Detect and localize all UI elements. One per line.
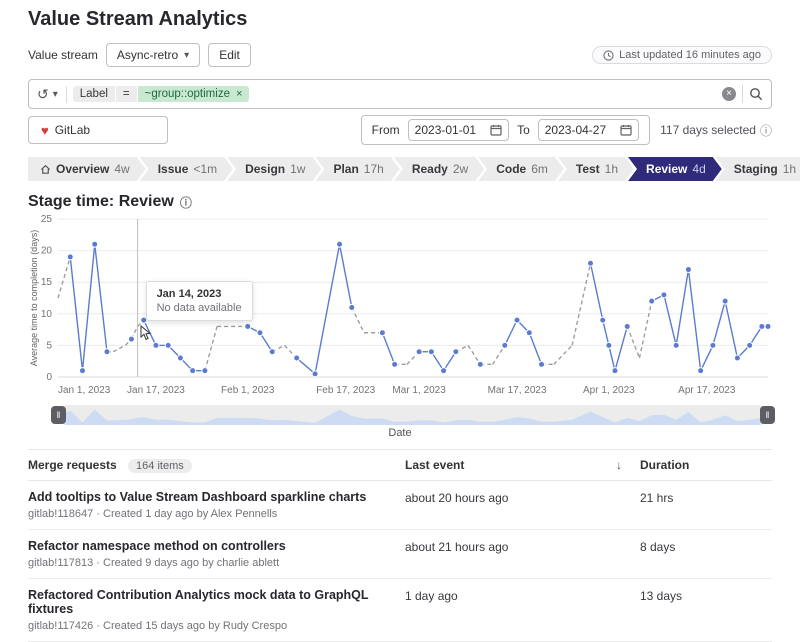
svg-text:0: 0: [46, 372, 52, 383]
mr-duration: 21 hrs: [640, 490, 772, 505]
svg-text:Mar 1, 2023: Mar 1, 2023: [392, 385, 446, 396]
brush-minimap: [58, 405, 768, 425]
date-range-picker: From 2023-01-01 To 2023-04-27: [361, 115, 650, 145]
mr-last-event: 1 day ago: [405, 588, 640, 603]
svg-text:Apr 17, 2023: Apr 17, 2023: [678, 385, 736, 396]
table-row: Refactored Contribution Analytics mock d…: [28, 579, 772, 642]
table-title: Merge requests: [28, 458, 117, 472]
svg-text:Feb 1, 2023: Feb 1, 2023: [221, 385, 275, 396]
filter-secondary-row: ♥ GitLab From 2023-01-01 To 2023-04-27 1…: [28, 115, 772, 145]
sort-desc-icon[interactable]: ↓: [616, 458, 622, 472]
token-operator[interactable]: =: [116, 86, 137, 102]
edit-button[interactable]: Edit: [208, 43, 251, 67]
filter-token: Label = ~group::optimize ×: [73, 86, 716, 102]
token-value[interactable]: ~group::optimize ×: [138, 86, 250, 102]
svg-text:15: 15: [41, 277, 53, 288]
token-field[interactable]: Label: [73, 86, 115, 102]
filtered-search-bar[interactable]: ↺ ▾ Label = ~group::optimize × ×: [28, 79, 772, 109]
chevron-down-icon: ▾: [53, 89, 58, 100]
svg-text:Average time to completion (da: Average time to completion (days): [29, 230, 39, 366]
mr-title-link[interactable]: Refactor namespace method on controllers: [28, 539, 405, 553]
from-label: From: [372, 123, 400, 137]
duration-header[interactable]: Duration: [640, 458, 772, 472]
table-row: Add tooltips to Value Stream Dashboard s…: [28, 481, 772, 530]
chart-date-brush[interactable]: ‖ ‖: [58, 405, 768, 425]
mr-duration: 8 days: [640, 539, 772, 554]
value-stream-dropdown[interactable]: Async-retro ▾: [106, 43, 200, 67]
svg-text:Jan 1, 2023: Jan 1, 2023: [58, 385, 111, 396]
clear-search-icon[interactable]: ×: [722, 87, 736, 101]
info-icon[interactable]: ⓘ: [180, 194, 192, 211]
mr-last-event: about 20 hours ago: [405, 490, 640, 505]
merge-requests-table: Merge requests 164 items Last event ↓ Du…: [28, 449, 772, 642]
svg-text:Apr 1, 2023: Apr 1, 2023: [583, 385, 635, 396]
last-updated-badge: Last updated 16 minutes ago: [592, 46, 772, 64]
stage-path-nav: Overview 4w Issue <1m Design 1w Plan 17h…: [28, 157, 772, 181]
table-row: Refactor namespace method on controllers…: [28, 530, 772, 579]
last-event-header[interactable]: Last event ↓: [405, 458, 640, 472]
stage-section-title: Stage time: Review ⓘ: [28, 193, 772, 211]
history-icon: ↺: [37, 86, 49, 103]
items-count-badge: 164 items: [128, 459, 192, 473]
divider: [742, 85, 743, 103]
stage-item-design[interactable]: Design 1w: [227, 157, 321, 181]
home-icon: [40, 164, 51, 175]
calendar-icon: [620, 124, 632, 136]
svg-text:25: 25: [41, 214, 53, 225]
to-label: To: [517, 123, 530, 137]
brush-handle-right[interactable]: ‖: [760, 406, 775, 424]
tooltip-body: No data available: [157, 302, 242, 314]
stage-item-staging[interactable]: Staging 1h: [716, 157, 800, 181]
token-remove-icon[interactable]: ×: [236, 88, 242, 100]
stage-item-ready[interactable]: Ready 2w: [394, 157, 484, 181]
to-date-input[interactable]: 2023-04-27: [538, 119, 639, 141]
svg-text:Feb 17, 2023: Feb 17, 2023: [316, 385, 375, 396]
svg-text:10: 10: [41, 309, 53, 320]
table-header: Merge requests 164 items Last event ↓ Du…: [28, 450, 772, 481]
calendar-icon: [490, 124, 502, 136]
from-date-input[interactable]: 2023-01-01: [408, 119, 509, 141]
tooltip-date: Jan 14, 2023: [157, 288, 242, 300]
mouse-cursor: [140, 325, 152, 341]
stage-time-chart[interactable]: 0 5 10 15 20 25 Jan 1, 2023 Jan 17, 2023 Feb 1, …: [28, 213, 772, 403]
info-icon[interactable]: ⓘ: [760, 122, 772, 139]
svg-text:Mar 17, 2023: Mar 17, 2023: [488, 385, 547, 396]
chart-tooltip: Jan 14, 2023 No data available: [146, 281, 253, 321]
value-stream-analytics-page: Value Stream Analytics Value stream Asyn…: [0, 0, 800, 600]
mr-last-event: about 21 hours ago: [405, 539, 640, 554]
x-axis-title: Date: [28, 427, 772, 439]
clock-icon: [603, 50, 614, 61]
mr-duration: 13 days: [640, 588, 772, 603]
value-stream-label: Value stream: [28, 48, 98, 62]
page-title: Value Stream Analytics: [28, 8, 772, 31]
project-selector[interactable]: ♥ GitLab: [28, 116, 168, 144]
svg-text:Jan 17, 2023: Jan 17, 2023: [127, 385, 185, 396]
mr-meta: gitlab!117813 · Created 9 days ago by ch…: [28, 557, 405, 569]
mr-title-link[interactable]: Add tooltips to Value Stream Dashboard s…: [28, 490, 405, 504]
mr-meta: gitlab!117426 · Created 15 days ago by R…: [28, 620, 405, 632]
stage-item-plan[interactable]: Plan 17h: [315, 157, 399, 181]
value-stream-toolbar: Value stream Async-retro ▾ Edit Last upd…: [28, 41, 772, 69]
stage-item-issue[interactable]: Issue <1m: [140, 157, 233, 181]
days-selected-text: 117 days selected ⓘ: [660, 122, 772, 139]
stage-item-code[interactable]: Code 6m: [478, 157, 564, 181]
project-avatar-heart-icon: ♥: [41, 123, 49, 138]
svg-text:5: 5: [46, 340, 52, 351]
search-history-control[interactable]: ↺ ▾: [37, 86, 67, 103]
svg-text:20: 20: [41, 246, 53, 257]
brush-handle-left[interactable]: ‖: [51, 406, 66, 424]
chart-canvas[interactable]: 0 5 10 15 20 25 Jan 1, 2023 Jan 17, 2023 Feb 1, …: [28, 213, 772, 403]
chevron-down-icon: ▾: [184, 50, 189, 61]
mr-title-link[interactable]: Refactored Contribution Analytics mock d…: [28, 588, 405, 616]
table-title-cell: Merge requests 164 items: [28, 458, 405, 472]
stage-item-test[interactable]: Test 1h: [558, 157, 634, 181]
search-icon[interactable]: [749, 87, 763, 101]
mr-meta: gitlab!118647 · Created 1 day ago by Ale…: [28, 508, 405, 520]
stage-item-review[interactable]: Review 4d: [628, 157, 722, 181]
stage-item-overview[interactable]: Overview 4w: [28, 157, 146, 181]
